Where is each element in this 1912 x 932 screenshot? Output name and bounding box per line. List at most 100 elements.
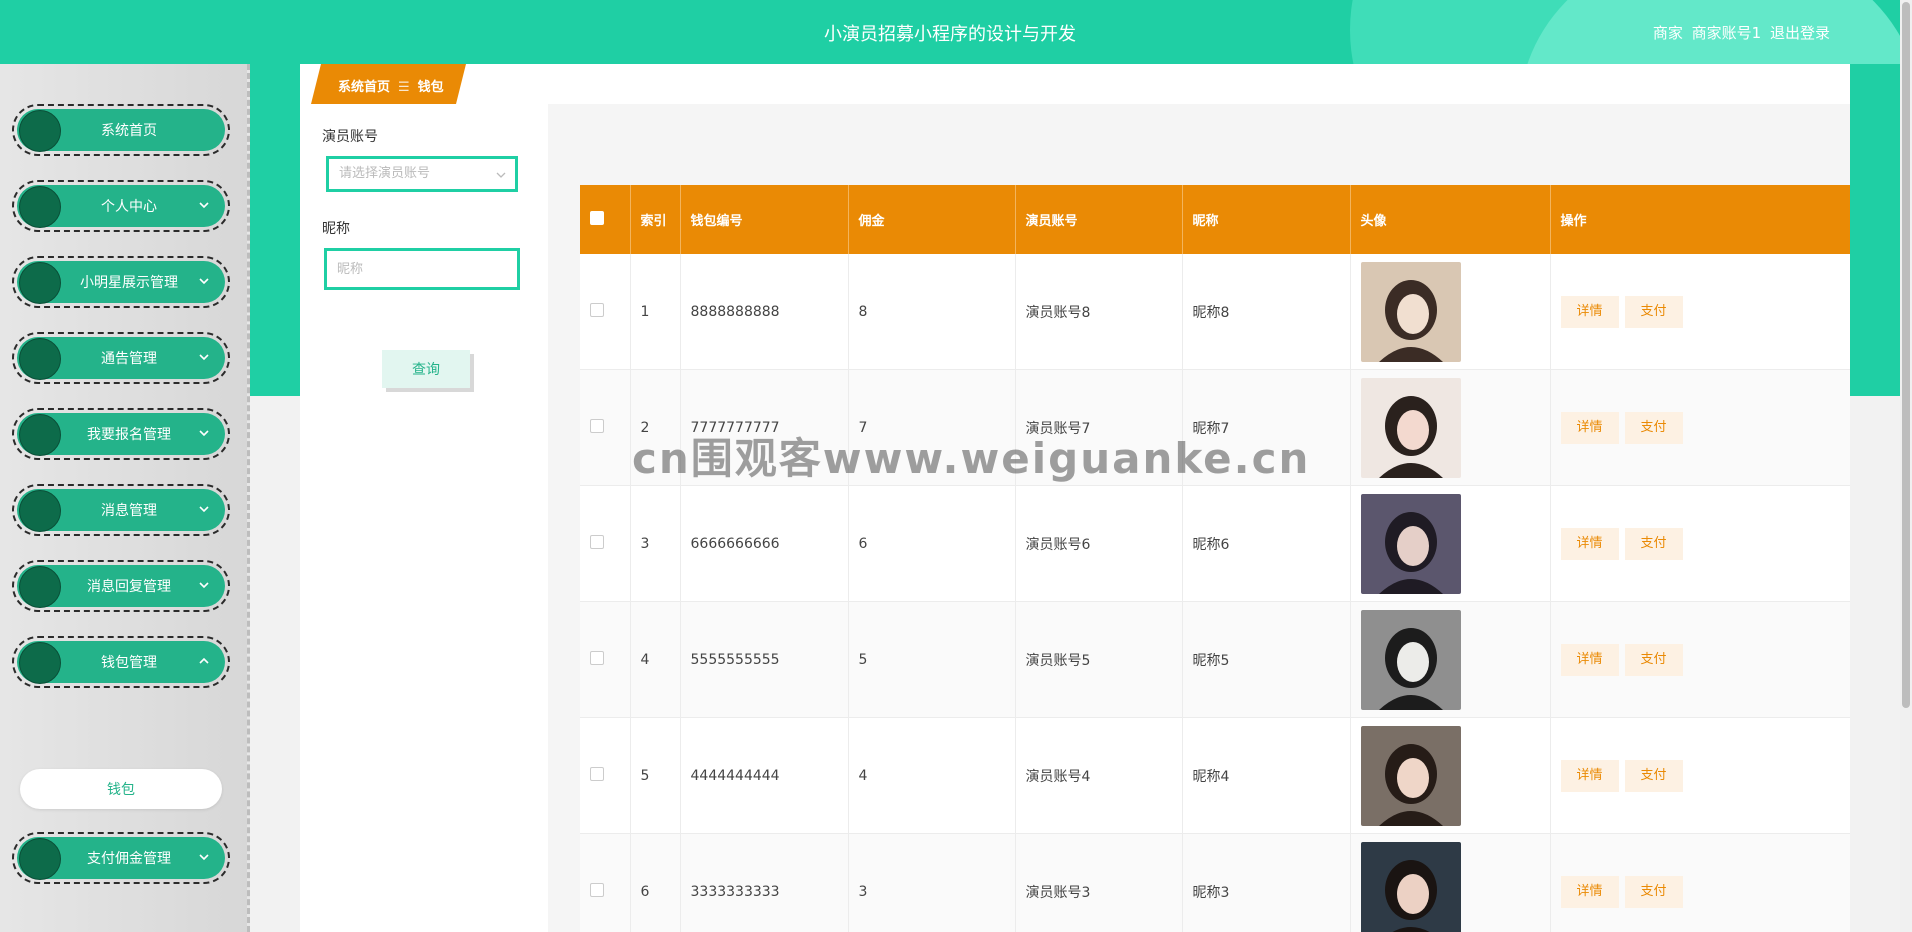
column-header-commission: 佣金 bbox=[848, 185, 1016, 254]
breadcrumb: 系统首页 ☰ 钱包 bbox=[338, 76, 444, 95]
row-checkbox[interactable] bbox=[590, 882, 604, 897]
menu-pill[interactable]: 支付佣金管理 bbox=[17, 837, 225, 880]
detail-button[interactable]: 详情 bbox=[1560, 411, 1619, 444]
account-select-placeholder: 请选择演员账号 bbox=[339, 166, 431, 181]
breadcrumb-home[interactable]: 系统首页 bbox=[338, 80, 390, 95]
user-role: 商家 bbox=[1652, 24, 1683, 42]
menu-pill[interactable]: 钱包管理 bbox=[17, 641, 225, 684]
sidebar-item-profile[interactable]: 个人中心 bbox=[12, 180, 230, 232]
pay-button[interactable]: 支付 bbox=[1624, 875, 1683, 908]
avatar[interactable] bbox=[1360, 377, 1461, 478]
row-index: 5 bbox=[630, 717, 681, 834]
row-commission: 6 bbox=[848, 485, 1016, 602]
sidebar-item-label: 钱包管理 bbox=[101, 655, 157, 671]
top-header: 小演员招募小程序的设计与开发 商家 商家账号1 退出登录 bbox=[0, 0, 1900, 64]
avatar[interactable] bbox=[1360, 493, 1461, 594]
row-nickname: 昵称6 bbox=[1182, 485, 1351, 602]
filter-panel: 演员账号 请选择演员账号 昵称 查询 bbox=[300, 104, 548, 932]
sidebar-item-label: 通告管理 bbox=[101, 351, 157, 367]
sidebar-item-label: 个人中心 bbox=[101, 199, 157, 215]
sidebar-item-wallet[interactable]: 钱包管理 bbox=[12, 636, 230, 688]
sidebar-item-messages[interactable]: 消息管理 bbox=[12, 484, 230, 536]
avatar[interactable] bbox=[1360, 725, 1461, 826]
sidebar-item-message-replies[interactable]: 消息回复管理 bbox=[12, 560, 230, 612]
row-wallet-no: 5555555555 bbox=[680, 601, 849, 718]
row-select-cell bbox=[580, 369, 631, 486]
row-commission: 3 bbox=[848, 833, 1016, 932]
sidebar-item-signup[interactable]: 我要报名管理 bbox=[12, 408, 230, 460]
menu-pill[interactable]: 小明星展示管理 bbox=[17, 261, 225, 304]
page-scrollbar[interactable] bbox=[1900, 0, 1912, 932]
menu-pill[interactable]: 消息回复管理 bbox=[17, 565, 225, 608]
row-actions: 详情 支付 bbox=[1550, 833, 1850, 932]
avatar[interactable] bbox=[1360, 261, 1461, 362]
menu-pill[interactable]: 我要报名管理 bbox=[17, 413, 225, 456]
avatar[interactable] bbox=[1360, 609, 1461, 710]
scrollbar-thumb[interactable] bbox=[1902, 2, 1910, 708]
row-account: 演员账号6 bbox=[1015, 485, 1183, 602]
column-header-nickname: 昵称 bbox=[1182, 185, 1351, 254]
avatar[interactable] bbox=[1360, 841, 1461, 932]
menu-dot-icon bbox=[19, 338, 61, 380]
query-button[interactable]: 查询 bbox=[382, 350, 470, 388]
row-nickname: 昵称5 bbox=[1182, 601, 1351, 718]
detail-button[interactable]: 详情 bbox=[1560, 759, 1619, 792]
row-checkbox[interactable] bbox=[590, 302, 604, 317]
row-avatar-cell bbox=[1350, 717, 1551, 834]
row-avatar-cell bbox=[1350, 254, 1551, 370]
chevron-down-icon bbox=[199, 354, 209, 361]
sidebar-item-notices[interactable]: 通告管理 bbox=[12, 332, 230, 384]
row-commission: 7 bbox=[848, 369, 1016, 486]
pay-button[interactable]: 支付 bbox=[1624, 411, 1683, 444]
pay-button[interactable]: 支付 bbox=[1624, 527, 1683, 560]
row-checkbox[interactable] bbox=[590, 534, 604, 549]
row-checkbox[interactable] bbox=[590, 766, 604, 781]
user-name: 商家账号1 bbox=[1691, 24, 1762, 42]
table-header-row: 索引 钱包编号 佣金 演员账号 昵称 头像 操作 bbox=[580, 185, 1850, 254]
row-avatar-cell bbox=[1350, 833, 1551, 932]
menu-dot-icon bbox=[19, 186, 61, 228]
table-row: 4 5555555555 5 演员账号5 昵称5 详情 支付 bbox=[580, 601, 1850, 718]
row-avatar-cell bbox=[1350, 601, 1551, 718]
table-row: 1 8888888888 8 演员账号8 昵称8 详情 支付 bbox=[580, 254, 1850, 370]
chevron-down-icon bbox=[496, 172, 506, 178]
select-all-checkbox[interactable] bbox=[590, 210, 604, 225]
logout-link[interactable]: 退出登录 bbox=[1770, 24, 1830, 42]
menu-pill[interactable]: 消息管理 bbox=[17, 489, 225, 532]
sidebar-item-star-showcase[interactable]: 小明星展示管理 bbox=[12, 256, 230, 308]
pay-button[interactable]: 支付 bbox=[1624, 759, 1683, 792]
table-body: 1 8888888888 8 演员账号8 昵称8 详情 支付 2 7777777777 7 演员账号… bbox=[580, 254, 1850, 932]
row-commission: 5 bbox=[848, 601, 1016, 718]
detail-button[interactable]: 详情 bbox=[1560, 875, 1619, 908]
detail-button[interactable]: 详情 bbox=[1560, 643, 1619, 676]
menu-pill[interactable]: 系统首页 bbox=[17, 109, 225, 152]
row-index: 6 bbox=[630, 833, 681, 932]
chevron-down-icon bbox=[199, 582, 209, 589]
nickname-input[interactable] bbox=[324, 248, 520, 290]
row-index: 2 bbox=[630, 369, 681, 486]
row-select-cell bbox=[580, 485, 631, 602]
column-header-avatar: 头像 bbox=[1350, 185, 1551, 254]
pay-button[interactable]: 支付 bbox=[1624, 295, 1683, 328]
sidebar-subitem-wallet[interactable]: 钱包 bbox=[20, 769, 222, 809]
row-actions: 详情 支付 bbox=[1550, 601, 1850, 718]
row-checkbox[interactable] bbox=[590, 418, 604, 433]
row-commission: 8 bbox=[848, 254, 1016, 370]
row-checkbox[interactable] bbox=[590, 650, 604, 665]
detail-button[interactable]: 详情 bbox=[1560, 527, 1619, 560]
row-nickname: 昵称3 bbox=[1182, 833, 1351, 932]
detail-button[interactable]: 详情 bbox=[1560, 295, 1619, 328]
menu-pill[interactable]: 个人中心 bbox=[17, 185, 225, 228]
table-row: 3 6666666666 6 演员账号6 昵称6 详情 支付 bbox=[580, 485, 1850, 602]
sidebar-item-label: 消息回复管理 bbox=[87, 579, 171, 595]
pay-button[interactable]: 支付 bbox=[1624, 643, 1683, 676]
sidebar-item-commission-payment[interactable]: 支付佣金管理 bbox=[12, 832, 230, 884]
row-commission: 4 bbox=[848, 717, 1016, 834]
row-wallet-no: 6666666666 bbox=[680, 485, 849, 602]
row-actions: 详情 支付 bbox=[1550, 369, 1850, 486]
row-index: 3 bbox=[630, 485, 681, 602]
data-table: 索引 钱包编号 佣金 演员账号 昵称 头像 操作 1 8888888888 8 演员账… bbox=[580, 185, 1850, 932]
sidebar-item-home[interactable]: 系统首页 bbox=[12, 104, 230, 156]
menu-pill[interactable]: 通告管理 bbox=[17, 337, 225, 380]
account-select[interactable]: 请选择演员账号 bbox=[326, 156, 518, 192]
